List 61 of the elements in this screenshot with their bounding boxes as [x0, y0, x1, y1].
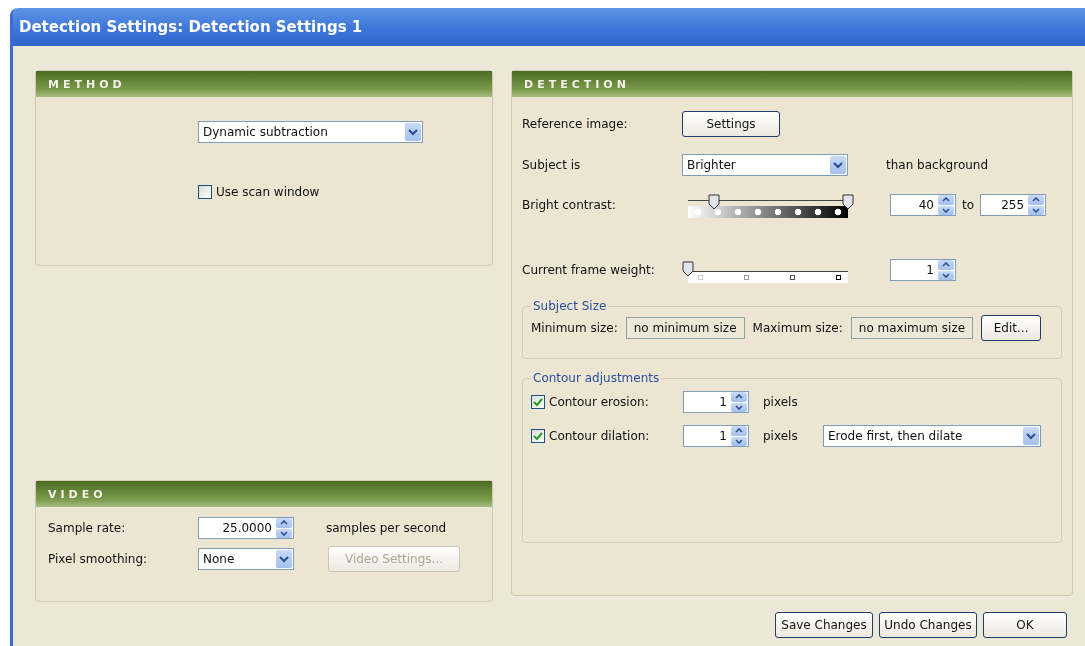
- spin-up-icon[interactable]: [731, 426, 747, 436]
- field-label: Sample rate:: [48, 521, 127, 535]
- spin-down-icon[interactable]: [1028, 205, 1045, 215]
- group-title: Subject Size: [532, 299, 608, 313]
- settings-button[interactable]: Settings: [682, 111, 780, 137]
- tick-mark: [744, 275, 749, 280]
- field-label: Current frame weight:: [522, 263, 656, 277]
- contrast-from-spinner[interactable]: 40: [890, 194, 956, 216]
- spin-up-icon[interactable]: [938, 195, 954, 205]
- checkbox-label: Contour erosion:: [549, 395, 650, 409]
- tick-mark: [790, 275, 795, 280]
- tick-mark: [698, 275, 703, 280]
- frame-weight-spinner[interactable]: 1: [890, 259, 956, 281]
- edit-button[interactable]: Edit...: [981, 315, 1042, 341]
- spin-up-icon[interactable]: [276, 518, 292, 528]
- spin-down-icon[interactable]: [731, 402, 747, 412]
- spin-up-icon[interactable]: [731, 392, 747, 402]
- contrast-to-spinner[interactable]: 255: [980, 194, 1047, 216]
- checkbox[interactable]: [198, 185, 212, 199]
- field-label: Subject is: [522, 158, 582, 172]
- panel-title: METHOD: [48, 77, 126, 91]
- dialog-button[interactable]: OK: [983, 612, 1067, 638]
- max-size-readout: no maximum size: [850, 317, 974, 339]
- pixels-spinner[interactable]: 1: [683, 425, 749, 447]
- unit-label: pixels: [763, 429, 799, 443]
- method-dropdown[interactable]: Dynamic subtraction: [198, 121, 423, 143]
- unit-label: samples per second: [326, 521, 447, 535]
- field-label: Pixel smoothing:: [48, 552, 149, 566]
- field-label: Bright contrast:: [522, 198, 617, 212]
- slider-thumb[interactable]: [707, 194, 720, 210]
- field-label: Maximum size:: [752, 321, 843, 335]
- spin-up-icon[interactable]: [938, 260, 954, 270]
- field-label: Minimum size:: [531, 321, 618, 335]
- panel-title: DETECTION: [524, 77, 630, 91]
- field-label: Reference image:: [522, 117, 629, 131]
- spin-down-icon[interactable]: [938, 205, 954, 215]
- spin-down-icon[interactable]: [731, 436, 747, 446]
- slider-thumb[interactable]: [682, 261, 694, 277]
- checkbox[interactable]: [531, 395, 545, 409]
- pixel-smoothing-dropdown[interactable]: None: [198, 548, 294, 570]
- spin-down-icon[interactable]: [276, 528, 292, 538]
- spin-up-icon[interactable]: [1028, 195, 1045, 205]
- panel-title: VIDEO: [48, 487, 107, 501]
- order-dropdown[interactable]: Erode first, then dilate: [823, 425, 1041, 447]
- window-title: Detection Settings: Detection Settings 1: [19, 18, 363, 36]
- dialog-button[interactable]: Save Changes: [775, 612, 873, 638]
- tick-mark: [836, 275, 841, 280]
- dialog-button[interactable]: Undo Changes: [879, 612, 977, 638]
- spin-down-icon[interactable]: [938, 270, 954, 280]
- unit-label: pixels: [763, 395, 799, 409]
- slider-thumb[interactable]: [842, 194, 854, 210]
- checkbox[interactable]: [531, 429, 545, 443]
- min-size-readout: no minimum size: [625, 317, 745, 339]
- subject-dropdown[interactable]: Brighter: [682, 154, 848, 176]
- suffix-label: than background: [886, 158, 989, 172]
- checkbox-label: Contour dilation:: [549, 429, 651, 443]
- sample-rate-spinner[interactable]: 25.0000: [198, 517, 294, 539]
- to-label: to: [962, 198, 975, 212]
- pixels-spinner[interactable]: 1: [683, 391, 749, 413]
- checkbox-label: Use scan window: [216, 185, 320, 199]
- group-title: Contour adjustments: [532, 371, 661, 385]
